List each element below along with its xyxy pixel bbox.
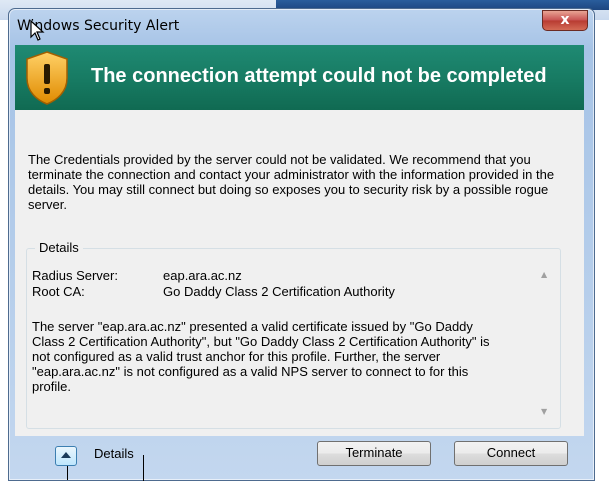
connect-button[interactable]: Connect [454,441,568,466]
details-textbox[interactable]: Radius Server: eap.ara.ac.nz Root CA: Go… [32,266,554,420]
close-button[interactable]: x [542,10,588,31]
detail-key: Root CA: [32,284,85,299]
scroll-down-arrow-icon[interactable]: ▼ [541,407,547,416]
alert-banner: The connection attempt could not be comp… [15,45,584,110]
details-expand-button[interactable] [55,446,77,466]
title-bar[interactable]: Windows Security Alert x [9,9,594,39]
detail-value: Go Daddy Class 2 Certification Authority [163,284,395,299]
scroll-up-arrow-icon[interactable]: ▲ [541,270,547,279]
detail-key: Radius Server: [32,268,118,283]
details-group: Details Radius Server: eap.ara.ac.nz Roo… [26,240,561,429]
dialog-content: The Credentials provided by the server c… [15,110,584,436]
details-body-text: The server "eap.ara.ac.nz" presented a v… [32,319,490,394]
chevron-up-icon [61,452,71,458]
text-cursor-icon [143,455,144,481]
details-scrollbar[interactable]: ▲ ▼ [537,266,554,420]
warning-shield-icon [26,51,68,105]
terminate-button[interactable]: Terminate [317,441,431,466]
details-group-label: Details [35,240,83,255]
text-cursor-icon [67,466,68,480]
banner-title: The connection attempt could not be comp… [91,65,547,87]
details-toggle-label[interactable]: Details [94,446,134,461]
alert-message: The Credentials provided by the server c… [28,152,555,212]
detail-value: eap.ara.ac.nz [163,268,242,283]
mouse-pointer-icon [30,20,45,41]
